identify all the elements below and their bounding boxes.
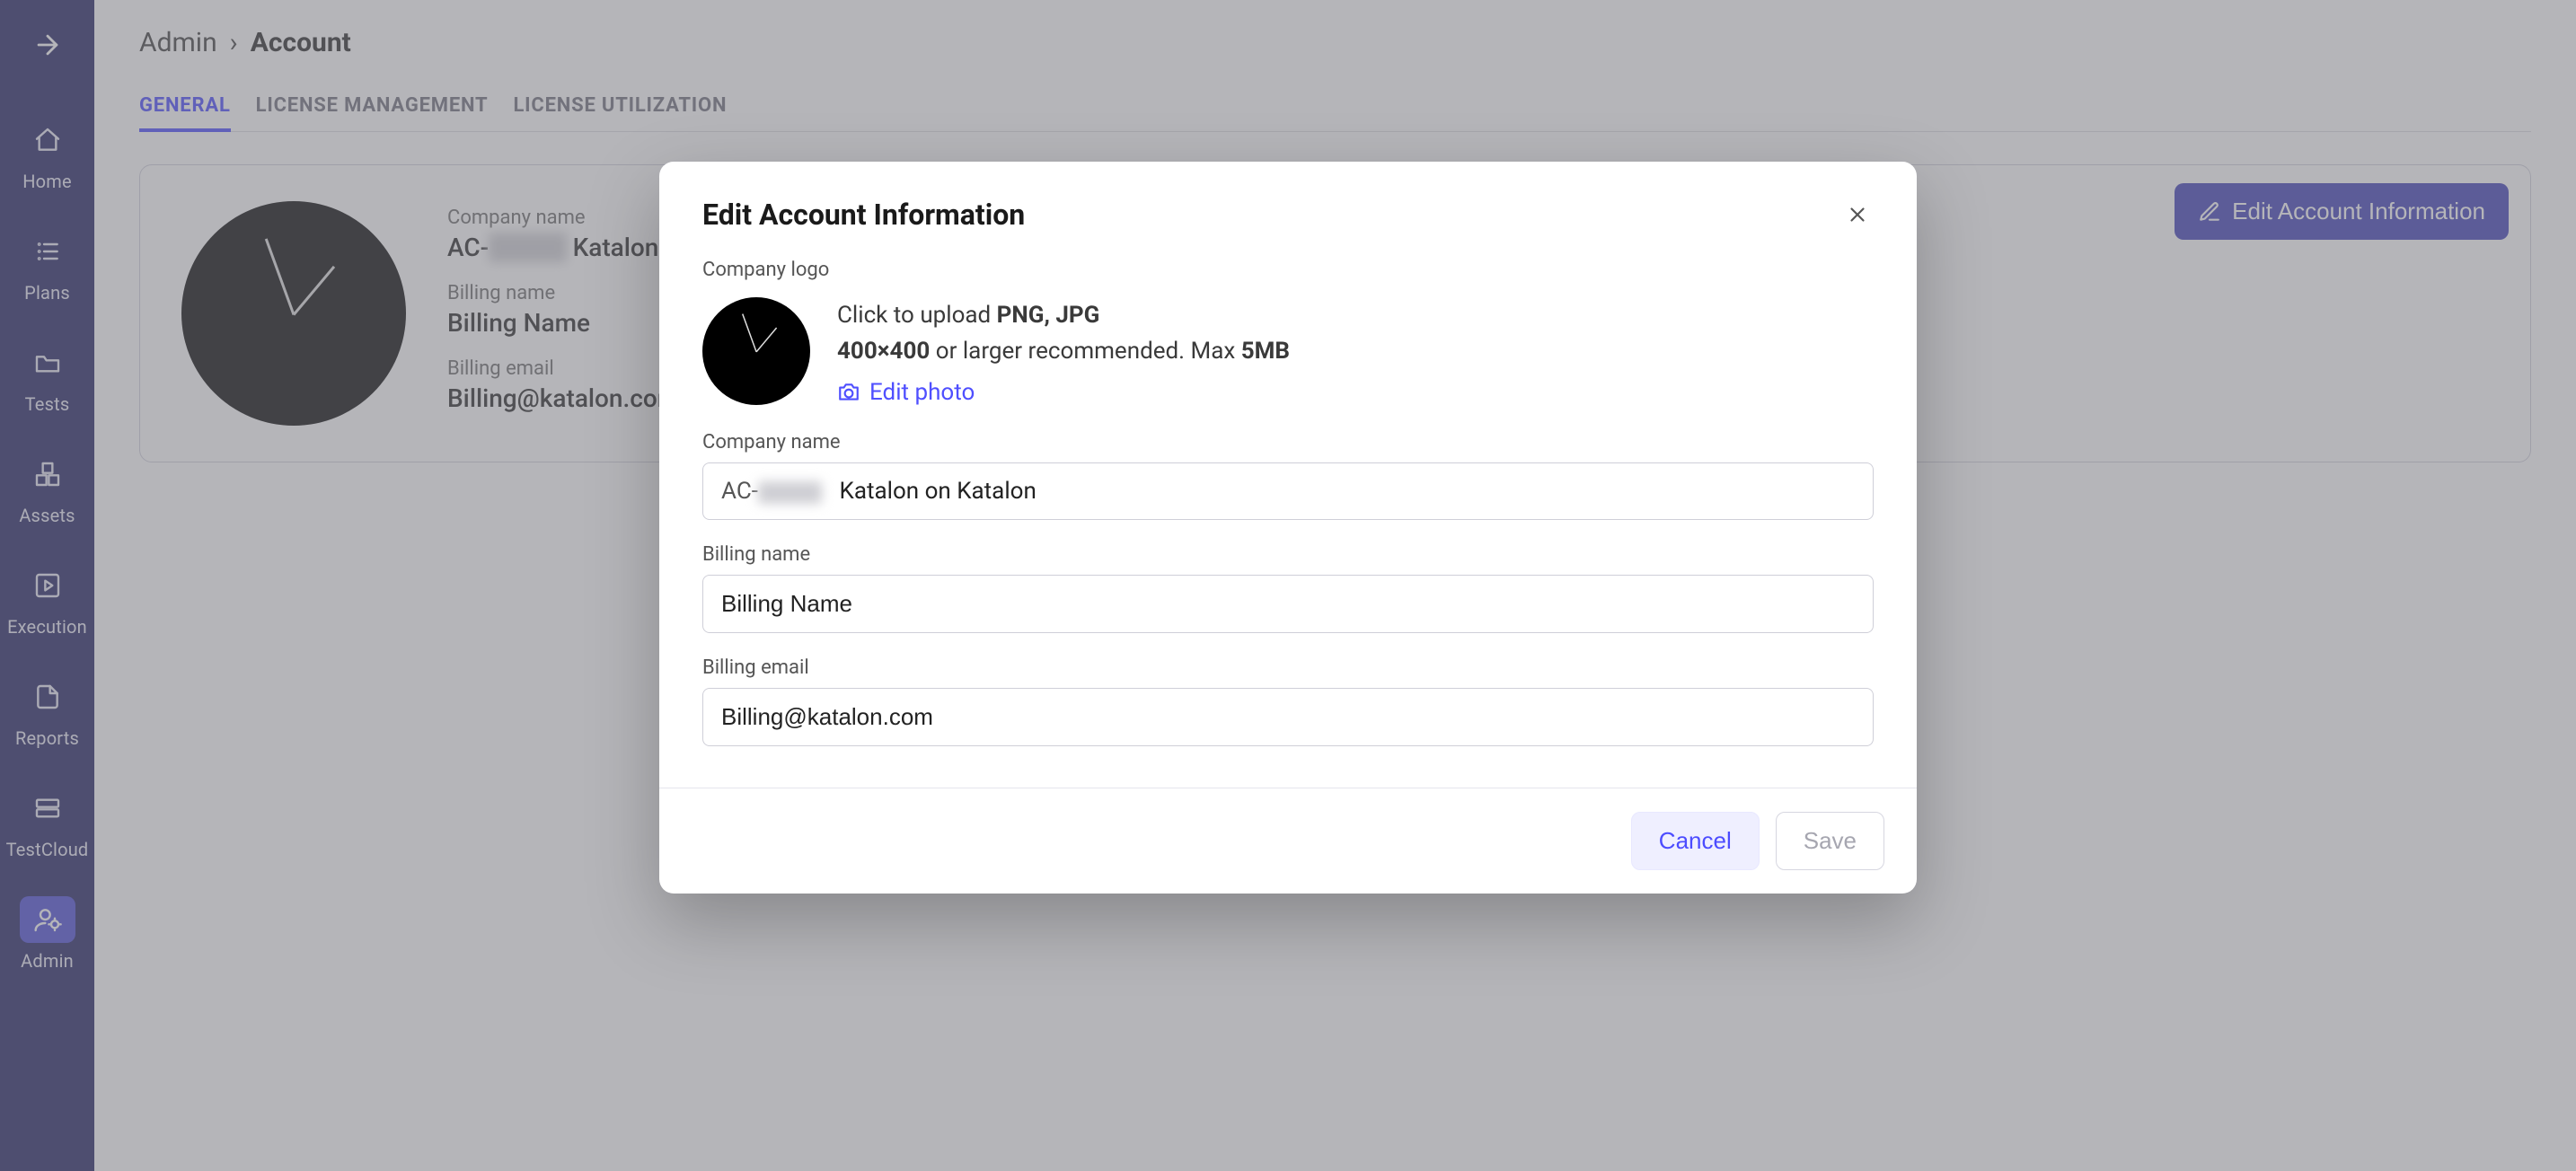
company-logo-preview[interactable] [702, 297, 810, 405]
billing-email-input[interactable] [702, 688, 1874, 746]
billing-email-input-label: Billing email [702, 656, 1874, 679]
upload-hint: Click to upload PNG, JPG 400×400 or larg… [837, 297, 1290, 370]
modal-overlay[interactable]: Edit Account Information Company logo Cl… [0, 0, 2576, 1171]
company-name-input[interactable]: AC-xxxxx Katalon on Katalon [702, 462, 1874, 520]
modal-title: Edit Account Information [702, 198, 1025, 232]
save-button[interactable]: Save [1776, 812, 1884, 870]
close-icon [1846, 203, 1869, 226]
modal-close-button[interactable] [1841, 198, 1874, 231]
camera-icon [837, 381, 860, 404]
company-logo-label: Company logo [702, 259, 1874, 281]
billing-name-input-label: Billing name [702, 543, 1874, 566]
edit-account-modal: Edit Account Information Company logo Cl… [659, 162, 1917, 894]
company-name-input-label: Company name [702, 431, 1874, 453]
billing-name-input[interactable] [702, 575, 1874, 633]
edit-photo-label: Edit photo [869, 379, 975, 406]
edit-photo-link[interactable]: Edit photo [837, 379, 1290, 406]
cancel-button[interactable]: Cancel [1631, 812, 1760, 870]
